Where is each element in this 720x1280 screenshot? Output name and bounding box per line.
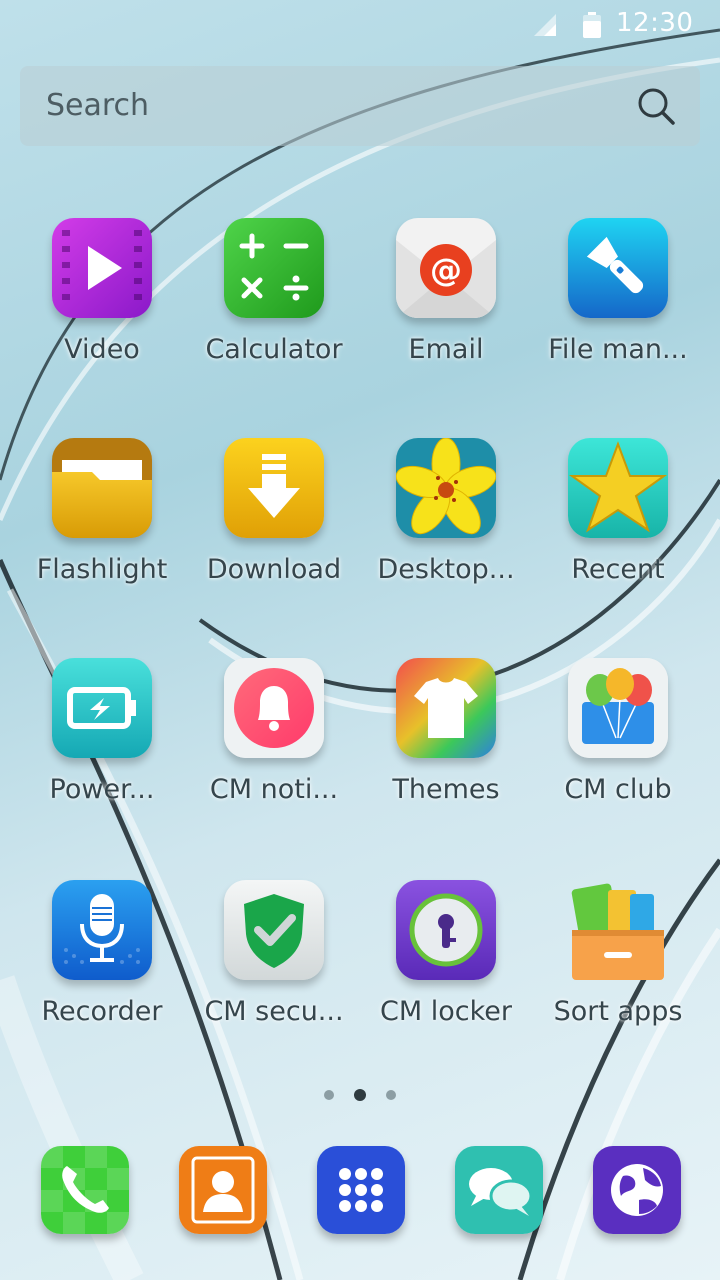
app-cm-security[interactable]: CM secu... [188,880,360,1070]
search-icon[interactable] [636,86,676,126]
search-input[interactable]: Search [46,88,149,123]
star-icon [568,438,668,538]
app-drawer-icon [317,1146,405,1234]
email-icon: @ [396,218,496,318]
app-label: Flashlight [36,554,168,585]
page-dot[interactable] [386,1089,396,1100]
download-icon [224,438,324,538]
flower-wallpaper-icon [396,438,496,538]
page-dot[interactable] [324,1089,334,1100]
app-label: CM locker [380,996,512,1027]
drawer-box-icon [568,880,668,980]
folder-icon [52,438,152,538]
app-label: Email [408,334,484,365]
app-label: Desktop... [377,554,515,585]
app-video[interactable]: Video [16,218,188,408]
page-dot-active[interactable] [354,1088,366,1101]
app-calculator[interactable]: Calculator [188,218,360,408]
lock-icon [396,880,496,980]
app-label: Download [206,554,342,585]
battery-icon [583,12,601,38]
app-sort-apps[interactable]: Sort apps [532,880,704,1070]
app-label: CM secu... [204,996,344,1027]
app-label: Video [64,334,140,365]
app-email[interactable]: @ Email [360,218,532,408]
app-cm-club[interactable]: CM club [532,658,704,848]
app-label: CM club [564,774,672,805]
dock-browser[interactable] [593,1146,681,1234]
app-label: Recorder [41,996,163,1027]
flashlight-icon [568,218,668,318]
microphone-icon [52,880,152,980]
app-cm-notify[interactable]: CM noti... [188,658,360,848]
messages-icon [455,1146,543,1234]
browser-icon [593,1146,681,1234]
app-file-manager[interactable]: File man... [532,218,704,408]
bell-icon [224,658,324,758]
status-bar: 12:30 [0,0,720,50]
app-themes[interactable]: Themes [360,658,532,848]
svg-text:@: @ [430,251,462,289]
app-download[interactable]: Download [188,438,360,628]
home-screen: 12:30 Search Video Calculator @ Email Fi… [0,0,720,1280]
clock: 12:30 [616,8,694,38]
app-label: Recent [571,554,665,585]
app-label: Power... [49,774,155,805]
app-recorder[interactable]: Recorder [16,880,188,1070]
dock-phone[interactable] [41,1146,129,1234]
app-label: File man... [548,334,688,365]
video-icon [52,218,152,318]
balloons-icon [568,658,668,758]
phone-icon [41,1146,129,1234]
app-desktop[interactable]: Desktop... [360,438,532,628]
search-bar[interactable]: Search [20,66,700,146]
dock-contacts[interactable] [179,1146,267,1234]
app-label: Calculator [205,334,343,365]
app-label: Themes [392,774,500,805]
app-label: CM noti... [209,774,339,805]
dock-messages[interactable] [455,1146,543,1234]
contacts-icon [179,1146,267,1234]
app-label: Sort apps [553,996,683,1027]
dock-app-drawer[interactable] [317,1146,405,1234]
shield-icon [224,880,324,980]
app-cm-locker[interactable]: CM locker [360,880,532,1070]
tshirt-icon [396,658,496,758]
app-recent[interactable]: Recent [532,438,704,628]
signal-icon [534,14,556,36]
app-power[interactable]: Power... [16,658,188,848]
calculator-icon [224,218,324,318]
page-indicator [0,1084,720,1101]
app-flashlight[interactable]: Flashlight [16,438,188,628]
battery-saver-icon [52,658,152,758]
